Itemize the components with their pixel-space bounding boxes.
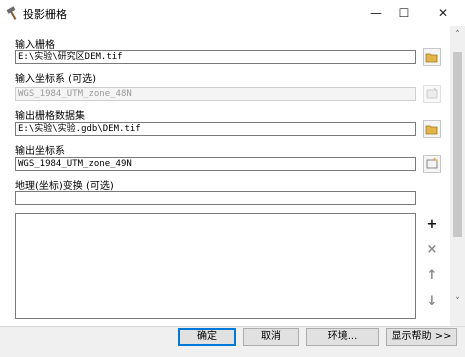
cancel-button[interactable]: 取消 — [243, 328, 299, 346]
move-down-icon[interactable]: ↓ — [423, 293, 441, 311]
geo-transform-field[interactable] — [15, 191, 416, 205]
input-raster-label: 输入栅格 — [15, 40, 55, 51]
folder-icon — [425, 125, 438, 135]
output-cs-field[interactable]: WGS_1984_UTM_zone_49N — [15, 157, 416, 171]
output-raster-label: 输出栅格数据集 — [15, 111, 85, 122]
add-icon[interactable]: + — [423, 216, 441, 234]
remove-icon[interactable]: × — [423, 241, 441, 259]
properties-icon — [426, 87, 438, 99]
maximize-button[interactable]: ☐ — [386, 0, 422, 26]
geo-transform-list[interactable] — [15, 213, 416, 319]
close-button[interactable]: ✕ — [425, 0, 461, 26]
move-up-icon[interactable]: ↑ — [423, 267, 441, 285]
properties-icon — [426, 157, 438, 169]
output-cs-properties-button[interactable] — [423, 155, 441, 173]
ok-button[interactable]: 确定 — [178, 328, 236, 346]
geo-transform-label: 地理(坐标)变换 (可选) — [15, 181, 114, 192]
scroll-up-icon[interactable]: ˄ — [451, 30, 464, 42]
show-help-button[interactable]: 显示帮助 >> — [386, 328, 457, 346]
input-cs-label: 输入坐标系 (可选) — [15, 74, 96, 85]
environments-button[interactable]: 环境... — [306, 328, 379, 346]
scroll-down-icon[interactable]: ˅ — [451, 297, 464, 309]
window-title: 投影栅格 — [23, 8, 67, 21]
title-bar: 投影栅格 — ☐ ✕ — [0, 0, 465, 26]
folder-icon — [425, 53, 438, 63]
output-cs-label: 输出坐标系 — [15, 146, 65, 157]
browse-input-raster-button[interactable] — [423, 48, 441, 66]
input-raster-field[interactable]: E:\实验\研究区DEM.tif — [15, 50, 416, 64]
input-cs-field: WGS_1984_UTM_zone_48N — [15, 87, 416, 101]
hammer-icon — [6, 6, 17, 20]
browse-output-raster-button[interactable] — [423, 120, 441, 138]
input-cs-properties-button — [423, 85, 441, 103]
output-raster-field[interactable]: E:\实验\实验.gdb\DEM.tif — [15, 122, 416, 136]
scrollbar-thumb[interactable] — [453, 52, 462, 237]
